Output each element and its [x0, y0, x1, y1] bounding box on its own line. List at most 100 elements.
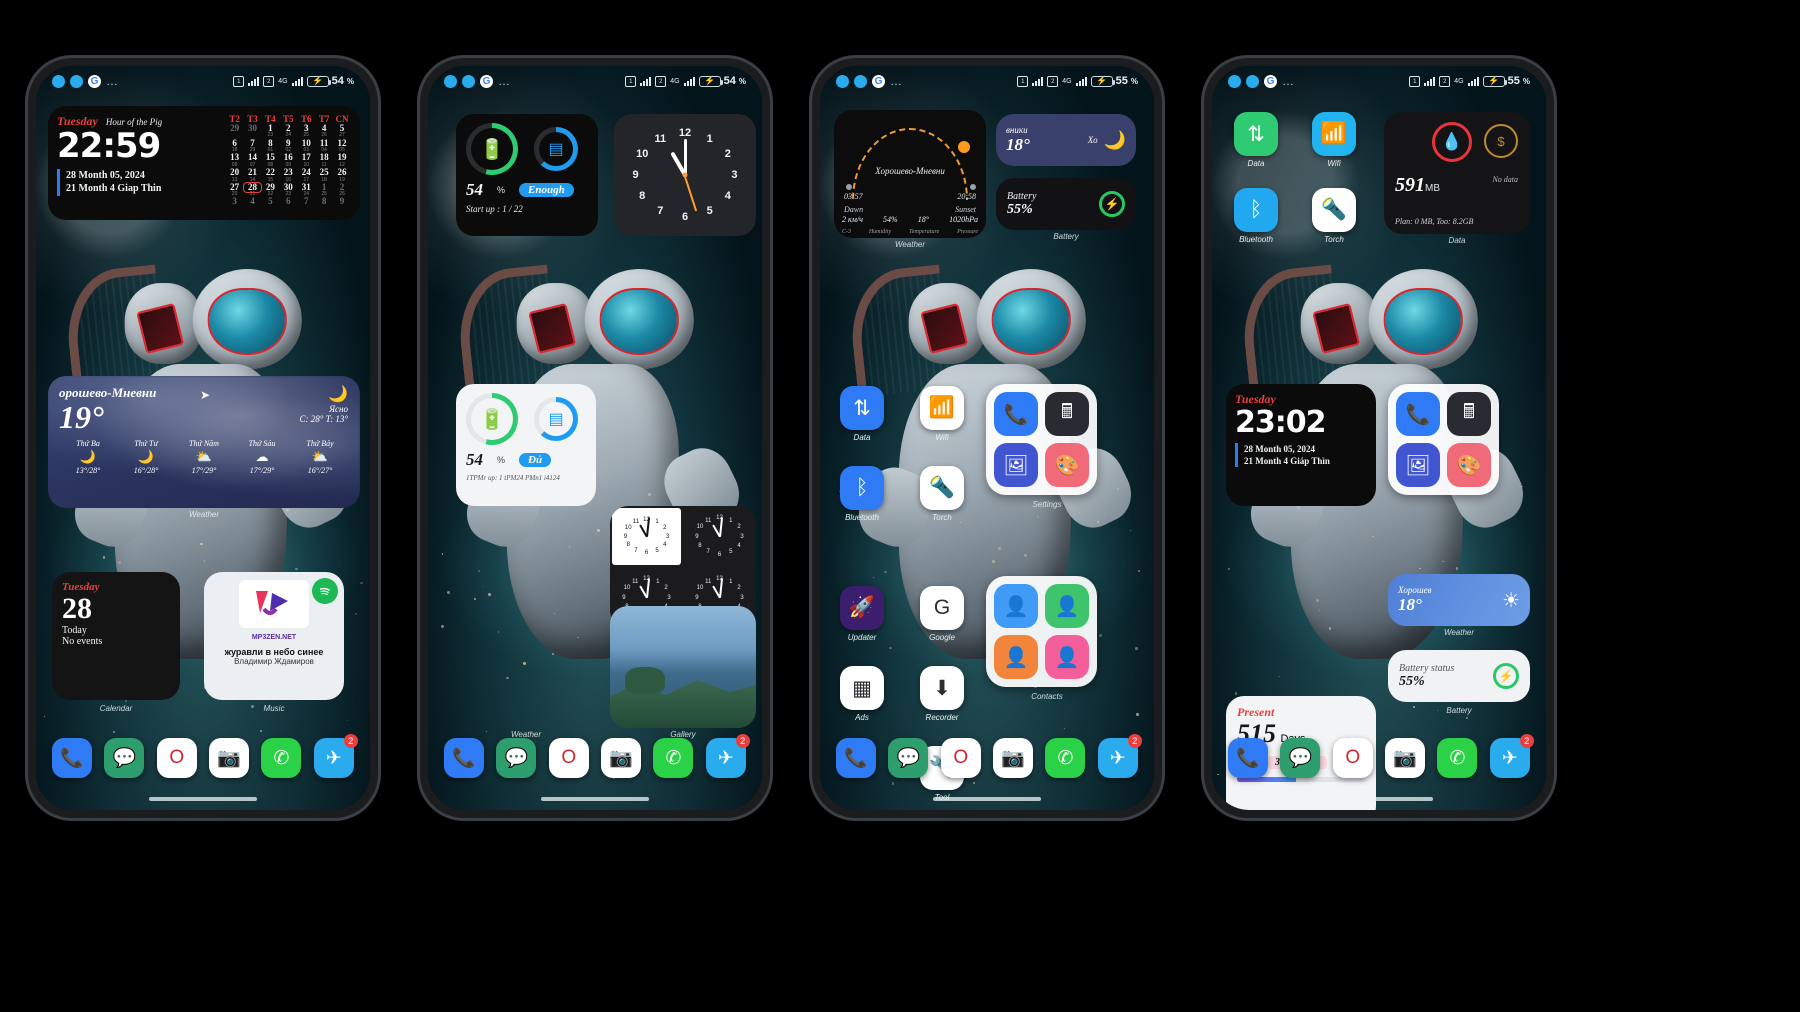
dock[interactable]: 📞 💬 O 📷 ✆ ✈ 2 [1222, 732, 1536, 784]
calendar-day[interactable]: 7 [297, 197, 315, 206]
data-transfer-icon[interactable]: ⇅ [840, 386, 884, 430]
dock-icon-phone[interactable]: 📞 [444, 738, 484, 778]
dock-icon-camera[interactable]: 📷 [209, 738, 249, 778]
photo-widget[interactable] [610, 606, 756, 728]
settings-folder[interactable]: 📞 🖩 🖼 🎨 [986, 384, 1097, 495]
clock-hour-6: 6 [682, 211, 688, 223]
dock-icon-camera[interactable]: 📷 [601, 738, 641, 778]
dock[interactable]: 📞 💬 O 📷 ✆ ✈ 2 [438, 732, 752, 784]
contacts-folder[interactable]: 👤 👤 👤 👤 [986, 576, 1097, 687]
app-icon-ads[interactable]: ▦ Ads [840, 666, 884, 722]
dock-icon-whatsapp[interactable]: ✆ [1045, 738, 1085, 778]
dock-icon-messages[interactable]: 💬 [888, 738, 928, 778]
calculator-icon[interactable]: 🖩 [1447, 392, 1491, 436]
calendar-day[interactable]: 29 [226, 124, 244, 133]
bluetooth-icon[interactable]: ᛒ [840, 466, 884, 510]
ram-icon: ▤ [548, 139, 563, 159]
dock-icon-opera[interactable]: O [941, 738, 981, 778]
dock-icon-telegram[interactable]: ✈ 2 [706, 738, 746, 778]
app-icon-torch[interactable]: 🔦 Torch [920, 466, 964, 522]
calendar-day[interactable]: 8 [315, 197, 333, 206]
dock-icon-messages[interactable]: 💬 [1280, 738, 1320, 778]
dock-icon-telegram[interactable]: ✈ 2 [1490, 738, 1530, 778]
dock-icon-opera[interactable]: O [157, 738, 197, 778]
dock-icon-opera[interactable]: O [1333, 738, 1373, 778]
dock-icon-phone[interactable]: 📞 [52, 738, 92, 778]
dock[interactable]: 📞 💬 O 📷 ✆ ✈ 2 [46, 732, 360, 784]
dock-icon-messages[interactable]: 💬 [104, 738, 144, 778]
bluetooth-icon[interactable]: ᛒ [1234, 188, 1278, 232]
sun-arc-widget[interactable]: Хорошево-Мневни 03:57 20:58 Dawn Sunset … [834, 110, 986, 238]
battery-pill-widget[interactable]: Battery status 55% ⚡ [1388, 650, 1530, 702]
calendar-day[interactable]: 30 [244, 124, 262, 133]
app-icon-torch[interactable]: 🔦 Torch [1312, 188, 1356, 244]
ads-icon[interactable]: ▦ [840, 666, 884, 710]
gallery-icon[interactable]: 🖼 [994, 443, 1038, 487]
download-icon[interactable]: ⬇ [920, 666, 964, 710]
calendar-day[interactable]: 9 [333, 197, 351, 206]
calendar-day[interactable]: 6 [279, 197, 297, 206]
spotify-icon[interactable] [312, 578, 338, 604]
app-icon-data[interactable]: ⇅ Data [1234, 112, 1278, 168]
data-transfer-icon[interactable]: ⇅ [1234, 112, 1278, 156]
app-icon-wifi[interactable]: 📶 Wifi [920, 386, 964, 442]
dock-icon-whatsapp[interactable]: ✆ [1437, 738, 1477, 778]
calendar-day[interactable]: 3 [226, 197, 244, 206]
dock-icon-whatsapp[interactable]: ✆ [261, 738, 301, 778]
app-icon-google[interactable]: G Google [920, 586, 964, 642]
dock-icon-whatsapp[interactable]: ✆ [653, 738, 693, 778]
home-indicator[interactable] [149, 797, 257, 801]
dock-icon-opera[interactable]: O [549, 738, 589, 778]
dock-icon-phone[interactable]: 📞 [1228, 738, 1268, 778]
home-indicator[interactable] [541, 797, 649, 801]
battery-pill-widget[interactable]: Battery 55% ⚡ [996, 178, 1136, 230]
weather-widget[interactable]: орошево-Мневни 19° ➤ 🌙 Ясно С: 28° T: 13… [48, 376, 360, 508]
app-icon-updater[interactable]: 🚀 Updater [840, 586, 884, 642]
calculator-icon[interactable]: 🖩 [1045, 392, 1089, 436]
palette-icon[interactable]: 🎨 [1447, 443, 1491, 487]
flashlight-icon[interactable]: 🔦 [920, 466, 964, 510]
battery-ram-widget[interactable]: 🔋 ▤ 54% Enough Start up : 1 / 22 [456, 114, 598, 236]
data-usage-widget[interactable]: 💧 $ 591MB No data Plan: 0 MB, Too: 8.2GB [1384, 112, 1530, 234]
contact-icon[interactable]: 👤 [1045, 635, 1089, 679]
palette-icon[interactable]: 🎨 [1045, 443, 1089, 487]
clock-widget[interactable]: Tuesday 23:02 28 Month 05, 2024 21 Month… [1226, 384, 1376, 506]
gallery-icon[interactable]: 🖼 [1396, 443, 1440, 487]
apps-folder[interactable]: 📞 🖩 🖼 🎨 [1388, 384, 1499, 495]
dock-icon-camera[interactable]: 📷 [1385, 738, 1425, 778]
dock-icon-phone[interactable]: 📞 [836, 738, 876, 778]
calendar-grid[interactable]: 29 30 1 23 2 24 3 25 4 26 5 27 6 18 7 29 8 01 9 02 10 03 11 04 1… [226, 124, 351, 207]
clock-calendar-widget[interactable]: Tuesday Hour of the Pig 22:59 28 Month 0… [48, 106, 360, 220]
phone-icon[interactable]: 📞 [1396, 392, 1440, 436]
app-icon-recorder[interactable]: ⬇ Recorder [920, 666, 964, 722]
dock-icon-messages[interactable]: 💬 [496, 738, 536, 778]
app-icon-wifi[interactable]: 📶 Wifi [1312, 112, 1356, 168]
calendar-day[interactable]: 4 [244, 197, 262, 206]
google-icon[interactable]: G [920, 586, 964, 630]
rocket-icon[interactable]: 🚀 [840, 586, 884, 630]
phone-icon[interactable]: 📞 [994, 392, 1038, 436]
battery-ram-widget-light[interactable]: 🔋 ▤ 54% Đủ 1TPMr up: 1 tPM24 PMn1 i4124 [456, 384, 596, 506]
dock-icon-camera[interactable]: 📷 [993, 738, 1033, 778]
dock[interactable]: 📞 💬 O 📷 ✆ ✈ 2 [830, 732, 1144, 784]
app-icon-data[interactable]: ⇅ Data [840, 386, 884, 442]
music-widget[interactable]: MP3ZEN.NET журавли в небо синее Владимир… [204, 572, 344, 700]
home-indicator[interactable] [1325, 797, 1433, 801]
contact-icon[interactable]: 👤 [1045, 584, 1089, 628]
dock-icon-telegram[interactable]: ✈ 2 [314, 738, 354, 778]
contact-icon[interactable]: 👤 [994, 635, 1038, 679]
dock-icon-telegram[interactable]: ✈ 2 [1098, 738, 1138, 778]
flashlight-icon[interactable]: 🔦 [1312, 188, 1356, 232]
app-label: Torch [920, 513, 964, 522]
app-icon-bluetooth[interactable]: ᛒ Bluetooth [1234, 188, 1278, 244]
app-icon-bluetooth[interactable]: ᛒ Bluetooth [840, 466, 884, 522]
calendar-event-widget[interactable]: Tuesday 28 Today No events [52, 572, 180, 700]
home-indicator[interactable] [933, 797, 1041, 801]
weather-pill-widget[interactable]: вники 18° Хо 🌙 [996, 114, 1136, 166]
analog-clock-widget[interactable]: 1 2 3 4 5 6 7 8 9 10 11 12 [614, 114, 756, 236]
weather-pill-widget[interactable]: Хорошев 18° ☀ [1388, 574, 1530, 626]
wifi-icon[interactable]: 📶 [920, 386, 964, 430]
calendar-day[interactable]: 5 [261, 197, 279, 206]
contact-icon[interactable]: 👤 [994, 584, 1038, 628]
wifi-icon[interactable]: 📶 [1312, 112, 1356, 156]
